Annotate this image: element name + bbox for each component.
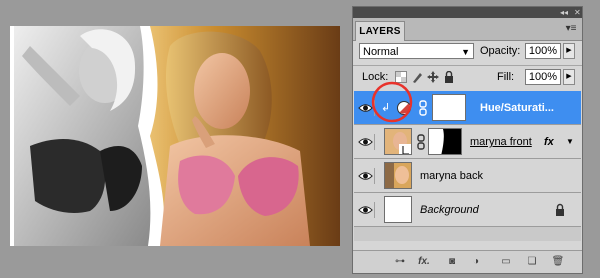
tab-row: LAYERS ▾≡ <box>353 18 582 41</box>
layer-maryna-back[interactable]: maryna back <box>354 159 581 193</box>
layer-thumbnail[interactable] <box>384 128 412 155</box>
layer-mask-thumbnail[interactable] <box>432 94 466 121</box>
highlight-circle <box>371 81 413 123</box>
blend-mode-select[interactable]: Normal ▼ <box>359 43 474 59</box>
layers-panel: ◂◂ ✕ LAYERS ▾≡ Normal ▼ Opacity: 100% ▶ … <box>352 6 583 274</box>
trash-icon[interactable]: 🗑 <box>551 255 565 269</box>
opacity-slider-button[interactable]: ▶ <box>563 43 575 59</box>
blend-row: Normal ▼ Opacity: 100% ▶ <box>359 43 576 61</box>
eye-icon[interactable] <box>357 168 375 184</box>
layer-thumbnail[interactable] <box>384 162 412 189</box>
fill-input[interactable]: 100% <box>525 69 561 85</box>
collapse-icon[interactable]: ◂◂ <box>560 7 568 18</box>
new-adjustment-icon[interactable]: ◑ <box>469 255 483 269</box>
layer-name: maryna back <box>420 170 483 182</box>
close-icon[interactable]: ✕ <box>574 7 581 18</box>
layer-background[interactable]: Background <box>354 193 581 227</box>
add-mask-icon[interactable]: ◙ <box>445 255 459 269</box>
lock-all-icon[interactable] <box>443 71 455 83</box>
opacity-input[interactable]: 100% <box>525 43 561 59</box>
eye-icon[interactable] <box>357 202 375 218</box>
canvas-image <box>10 26 340 246</box>
panel-menu-icon[interactable]: ▾≡ <box>564 23 578 35</box>
photo-artwork <box>10 26 310 246</box>
layer-name: Hue/Saturati... <box>480 102 554 114</box>
new-group-icon[interactable]: ▭ <box>499 255 513 269</box>
layer-thumbnail[interactable] <box>384 196 412 223</box>
eye-icon[interactable] <box>357 134 375 150</box>
layer-maryna-front[interactable]: maryna front fx ▼ <box>354 125 581 159</box>
layer-name: maryna front <box>470 136 532 148</box>
lock-icon <box>556 203 564 216</box>
lock-position-icon[interactable] <box>427 71 439 83</box>
fill-slider-button[interactable]: ▶ <box>563 69 575 85</box>
layer-mask-thumbnail[interactable] <box>428 128 462 155</box>
panel-footer: ⊶ fx. ◙ ◑ ▭ ❏ 🗑 <box>353 250 582 273</box>
link-layers-icon[interactable]: ⊶ <box>393 255 407 269</box>
fx-icon[interactable]: fx <box>544 135 554 149</box>
link-icon[interactable] <box>418 100 428 116</box>
panel-titlebar: ◂◂ ✕ <box>353 7 582 18</box>
opacity-label: Opacity: <box>480 45 521 57</box>
fill-label: Fill: <box>497 71 515 83</box>
divider <box>353 65 582 66</box>
link-icon[interactable] <box>416 134 426 150</box>
chevron-down-icon[interactable]: ▼ <box>566 135 574 149</box>
add-style-icon[interactable]: fx. <box>417 255 431 269</box>
layer-name: Background <box>420 204 479 216</box>
chevron-down-icon: ▼ <box>461 47 470 57</box>
blend-mode-value: Normal <box>363 46 399 58</box>
tab-layers[interactable]: LAYERS <box>355 21 405 41</box>
new-layer-icon[interactable]: ❏ <box>525 255 539 269</box>
